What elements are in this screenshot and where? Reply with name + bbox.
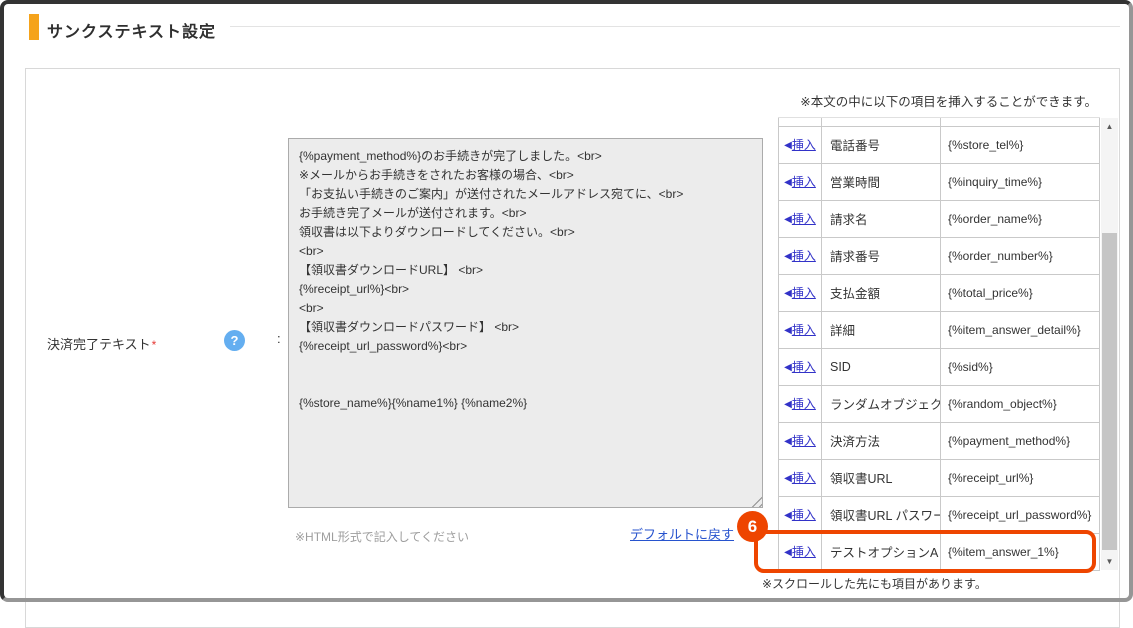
scrollbar-up-arrow-icon[interactable]: ▲ [1101, 118, 1118, 135]
item-variable-cell: {%random_object%} [941, 385, 1100, 422]
insert-label: 挿入 [792, 212, 816, 226]
insert-table-body: ◀挿入 電話番号 {%store_tel%} ◀挿入 営業時間 {%inquir… [779, 118, 1100, 570]
insert-button[interactable]: ◀挿入 [784, 286, 816, 300]
page-title: サンクステキスト設定 [47, 18, 216, 42]
table-row: ◀挿入 電話番号 {%store_tel%} [779, 126, 1100, 163]
payment-complete-text-label: 決済完了テキスト* [47, 334, 156, 353]
insert-button[interactable]: ◀挿入 [784, 175, 816, 189]
table-row: ◀挿入 決済方法 {%payment_method%} [779, 422, 1100, 459]
insert-label: 挿入 [792, 397, 816, 411]
insert-button[interactable]: ◀挿入 [784, 471, 816, 485]
table-row: ◀挿入 領収書URL {%receipt_url%} [779, 459, 1100, 496]
scrollbar-down-arrow-icon[interactable]: ▼ [1101, 553, 1118, 570]
insert-arrow-icon: ◀ [784, 362, 792, 373]
item-variable-cell: {%receipt_url_password%} [941, 496, 1100, 533]
insert-instruction-note: ※本文の中に以下の項目を挿入することができます。 [737, 91, 1097, 110]
table-row: ◀挿入 領収書URL パスワード {%receipt_url_password%… [779, 496, 1100, 533]
insert-label: 挿入 [792, 175, 816, 189]
scroll-more-note: ※スクロールした先にも項目があります。 [762, 575, 987, 592]
insert-label: 挿入 [792, 471, 816, 485]
textarea-resize-handle[interactable] [749, 494, 762, 507]
item-name-cell: 請求番号 [822, 237, 941, 274]
table-row-highlighted: ◀挿入 テストオプションA {%item_answer_1%} [779, 533, 1100, 570]
item-name-cell: 詳細 [822, 311, 941, 348]
table-row: ◀挿入 ランダムオブジェクト {%random_object%} [779, 385, 1100, 422]
item-name-cell: テストオプションA [822, 533, 941, 570]
insert-button[interactable]: ◀挿入 [784, 360, 816, 374]
insert-items-table: ◀挿入 電話番号 {%store_tel%} ◀挿入 営業時間 {%inquir… [778, 118, 1100, 571]
table-row: ◀挿入 営業時間 {%inquiry_time%} [779, 163, 1100, 200]
insert-label: 挿入 [792, 249, 816, 263]
reset-to-default-link[interactable]: デフォルトに戻す [630, 524, 734, 543]
step-number-badge: 6 [737, 511, 768, 542]
insert-arrow-icon: ◀ [784, 436, 792, 447]
table-row: ◀挿入 SID {%sid%} [779, 348, 1100, 385]
insert-arrow-icon: ◀ [784, 214, 792, 225]
insert-items-table-container: ◀挿入 電話番号 {%store_tel%} ◀挿入 営業時間 {%inquir… [778, 117, 1100, 572]
insert-arrow-icon: ◀ [784, 325, 792, 336]
insert-button[interactable]: ◀挿入 [784, 508, 816, 522]
item-variable-cell: {%item_answer_detail%} [941, 311, 1100, 348]
insert-button[interactable]: ◀挿入 [784, 138, 816, 152]
item-variable-cell: {%item_answer_1%} [941, 533, 1100, 570]
item-variable-cell: {%total_price%} [941, 274, 1100, 311]
insert-button[interactable]: ◀挿入 [784, 545, 816, 559]
insert-label: 挿入 [792, 545, 816, 559]
insert-arrow-icon: ◀ [784, 288, 792, 299]
insert-arrow-icon: ◀ [784, 510, 792, 521]
insert-button[interactable]: ◀挿入 [784, 397, 816, 411]
insert-button[interactable]: ◀挿入 [784, 212, 816, 226]
title-accent-bar [29, 14, 39, 40]
insert-arrow-icon: ◀ [784, 473, 792, 484]
item-name-cell: 電話番号 [822, 126, 941, 163]
insert-label: 挿入 [792, 360, 816, 374]
help-icon[interactable]: ? [224, 330, 245, 351]
item-name-cell: 営業時間 [822, 163, 941, 200]
scrollbar-thumb[interactable] [1102, 233, 1117, 550]
insert-arrow-icon: ◀ [784, 547, 792, 558]
item-name-cell: SID [822, 348, 941, 385]
item-name-cell: ランダムオブジェクト [822, 385, 941, 422]
item-name-cell: 支払金額 [822, 274, 941, 311]
item-name-cell: 領収書URL パスワード [822, 496, 941, 533]
insert-button[interactable]: ◀挿入 [784, 323, 816, 337]
insert-label: 挿入 [792, 508, 816, 522]
insert-label: 挿入 [792, 434, 816, 448]
table-row: ◀挿入 請求番号 {%order_number%} [779, 237, 1100, 274]
item-name-cell: 請求名 [822, 200, 941, 237]
table-row: ◀挿入 詳細 {%item_answer_detail%} [779, 311, 1100, 348]
item-variable-cell: {%order_name%} [941, 200, 1100, 237]
item-variable-cell: {%payment_method%} [941, 422, 1100, 459]
insert-button[interactable]: ◀挿入 [784, 434, 816, 448]
item-name-cell: 領収書URL [822, 459, 941, 496]
field-label-text: 決済完了テキスト [47, 337, 151, 352]
insert-label: 挿入 [792, 138, 816, 152]
item-variable-cell: {%inquiry_time%} [941, 163, 1100, 200]
payment-complete-text-input[interactable]: {%payment_method%}のお手続きが完了しました。<br> ※メール… [288, 138, 763, 508]
insert-arrow-icon: ◀ [784, 140, 792, 151]
item-variable-cell: {%receipt_url%} [941, 459, 1100, 496]
table-scrollbar[interactable]: ▲ ▼ [1101, 118, 1118, 570]
title-divider [230, 26, 1120, 27]
item-name-cell: 決済方法 [822, 422, 941, 459]
insert-arrow-icon: ◀ [784, 251, 792, 262]
table-row: ◀挿入 請求名 {%order_name%} [779, 200, 1100, 237]
table-row-clipped [779, 118, 1100, 126]
insert-arrow-icon: ◀ [784, 399, 792, 410]
item-variable-cell: {%sid%} [941, 348, 1100, 385]
insert-label: 挿入 [792, 323, 816, 337]
label-separator: : [277, 331, 281, 346]
required-asterisk: * [152, 338, 157, 352]
item-variable-cell: {%order_number%} [941, 237, 1100, 274]
insert-label: 挿入 [792, 286, 816, 300]
html-format-note: ※HTML形式で記入してください [295, 528, 469, 545]
insert-arrow-icon: ◀ [784, 177, 792, 188]
table-row: ◀挿入 支払金額 {%total_price%} [779, 274, 1100, 311]
insert-button[interactable]: ◀挿入 [784, 249, 816, 263]
item-variable-cell: {%store_tel%} [941, 126, 1100, 163]
